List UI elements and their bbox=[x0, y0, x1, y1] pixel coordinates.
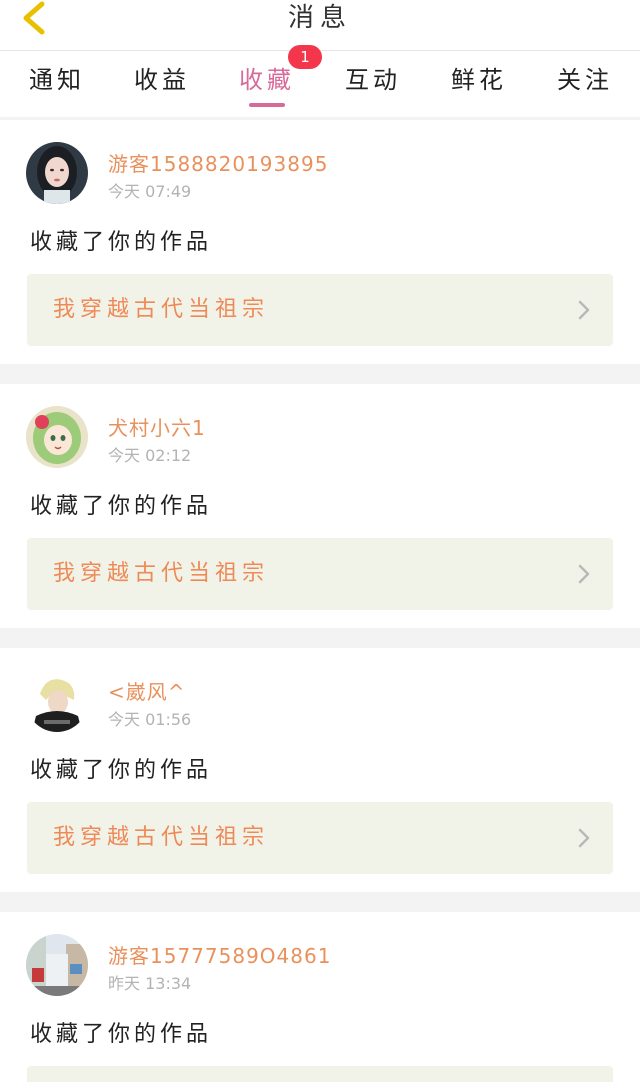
username[interactable]: 游客15777589O4861 bbox=[108, 940, 331, 969]
action-text: 收藏了你的作品 bbox=[30, 230, 213, 255]
avatar[interactable] bbox=[26, 142, 88, 204]
avatar[interactable] bbox=[26, 934, 88, 996]
tab-flowers[interactable]: 鲜花 bbox=[426, 63, 532, 97]
tab-earnings[interactable]: 收益 bbox=[109, 63, 215, 97]
chevron-right-icon bbox=[578, 828, 590, 848]
timestamp: 今天 07:49 bbox=[108, 182, 192, 201]
timestamp: 今天 01:56 bbox=[108, 710, 192, 729]
avatar-blonde-man-icon bbox=[26, 670, 88, 732]
chevron-right-icon bbox=[578, 564, 590, 584]
tab-notifications[interactable]: 通知 bbox=[4, 63, 110, 97]
username[interactable]: 游客15888201​93895 bbox=[108, 148, 328, 177]
page-title: 消息 bbox=[287, 3, 352, 33]
top-bar: 消息 bbox=[0, 0, 640, 51]
tab-following[interactable]: 关注 bbox=[532, 63, 638, 97]
work-link[interactable]: 我穿越古代当祖宗 bbox=[27, 802, 613, 874]
action-text: 收藏了你的作品 bbox=[30, 758, 213, 783]
message-card: 游客15888201​93895 今天 07:49 收藏了你的作品 我穿越古代当… bbox=[0, 120, 640, 364]
username[interactable]: <崴风^ bbox=[108, 676, 186, 705]
message-card: <崴风^ 今天 01:56 收藏了你的作品 我穿越古代当祖宗 bbox=[0, 648, 640, 892]
avatar[interactable] bbox=[26, 406, 88, 468]
work-link[interactable]: 我穿越古代当祖宗 bbox=[27, 538, 613, 610]
work-title: 我穿越古代当祖宗 bbox=[53, 825, 270, 850]
unread-badge: 1 bbox=[288, 45, 322, 69]
avatar-street-scene-icon bbox=[26, 934, 88, 996]
avatar-anime-girl-icon bbox=[26, 406, 88, 468]
screen: 消息 通知 收益 收藏 互动 鲜花 关注 1 游客15888201​93895 … bbox=[0, 0, 640, 1082]
message-card: 游客15777589O4861 昨天 13:34 收藏了你的作品 bbox=[0, 912, 640, 1082]
chevron-right-icon bbox=[578, 300, 590, 320]
active-tab-indicator bbox=[249, 103, 285, 107]
timestamp: 今天 02:12 bbox=[108, 446, 192, 465]
username[interactable]: 犬村小六1 bbox=[108, 412, 206, 441]
action-text: 收藏了你的作品 bbox=[30, 494, 213, 519]
avatar[interactable] bbox=[26, 670, 88, 732]
work-title: 我穿越古代当祖宗 bbox=[53, 561, 270, 586]
tab-interactions[interactable]: 互动 bbox=[320, 63, 426, 97]
message-card: 犬村小六1 今天 02:12 收藏了你的作品 我穿越古代当祖宗 bbox=[0, 384, 640, 628]
work-link[interactable] bbox=[27, 1066, 613, 1082]
timestamp: 昨天 13:34 bbox=[108, 974, 192, 993]
work-title: 我穿越古代当祖宗 bbox=[53, 297, 270, 322]
work-link[interactable]: 我穿越古代当祖宗 bbox=[27, 274, 613, 346]
avatar-girl-dark-hair-icon bbox=[26, 142, 88, 204]
action-text: 收藏了你的作品 bbox=[30, 1022, 213, 1047]
